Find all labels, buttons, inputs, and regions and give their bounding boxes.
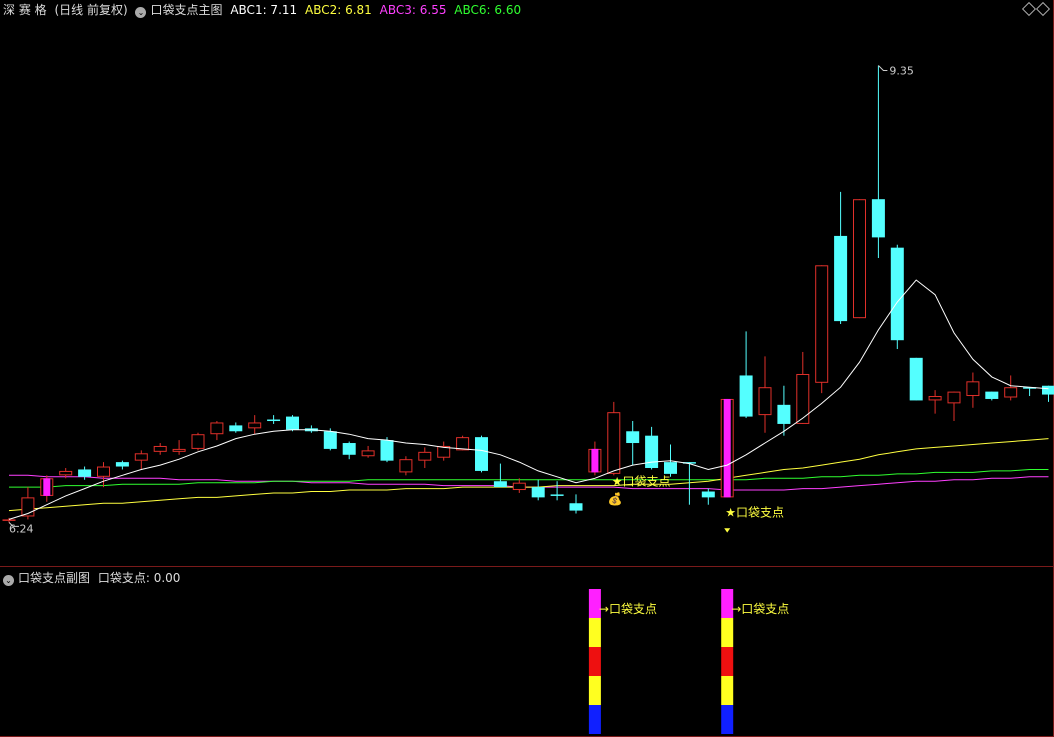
candle-body <box>418 451 432 461</box>
max-price-pointer <box>878 65 888 72</box>
pocket-pivot-bar-segment <box>721 676 734 705</box>
candle-body <box>267 419 281 422</box>
max-price-label: 9.35 <box>889 65 914 78</box>
candle-body <box>531 487 545 498</box>
candle-body <box>591 448 599 473</box>
candle-body <box>966 381 980 397</box>
candle-body <box>701 491 715 498</box>
pocket-pivot-label: ★口袋支点 <box>725 505 784 519</box>
candle-body <box>890 247 904 341</box>
candle-body <box>777 404 791 424</box>
candle-body <box>380 440 394 461</box>
candle-body <box>153 445 167 452</box>
candle-body <box>928 396 942 401</box>
candle-body <box>1042 385 1054 395</box>
pocket-pivot-bar-segment <box>721 647 734 676</box>
candle-body <box>248 422 262 429</box>
pocket-pivot-bar-segment <box>588 618 601 647</box>
candle-body <box>323 431 337 449</box>
candle-body <box>475 437 488 471</box>
candlestick-chart[interactable]: 9.35 6.24 ★口袋支点 ★口袋支点 💰 →口袋支点 →口袋支点 <box>0 0 1054 737</box>
candle-body <box>172 448 186 452</box>
candle-body <box>229 425 243 432</box>
candle-body <box>493 481 507 488</box>
candle-body <box>210 422 224 435</box>
candle-body <box>758 387 772 416</box>
candle-body <box>985 391 999 399</box>
candle-body <box>626 431 640 444</box>
pocket-pivot-sub-label: →口袋支点 <box>599 602 657 616</box>
down-arrow-marker <box>724 528 731 533</box>
candle-body <box>1004 387 1018 398</box>
candle-body <box>78 469 92 477</box>
candle-body <box>286 416 299 430</box>
candle-body <box>796 373 810 424</box>
candle-body <box>2 519 16 521</box>
candle-body <box>739 375 753 417</box>
candle-body <box>456 437 470 451</box>
pocket-pivot-label: ★口袋支点 <box>612 475 671 489</box>
candle-body <box>361 450 375 457</box>
candle-body <box>399 459 413 473</box>
candle-body <box>115 462 129 467</box>
candle-body <box>947 391 961 404</box>
candle-body <box>191 434 205 449</box>
candle-body <box>834 235 848 322</box>
candle-body <box>664 462 677 474</box>
pocket-pivot-bar-segment <box>721 705 734 734</box>
candle-body <box>871 199 885 238</box>
pocket-pivot-bar-segment <box>588 647 601 676</box>
abc3-line <box>9 474 1049 491</box>
candle-body <box>723 398 731 498</box>
candle-body <box>550 494 564 496</box>
candle-body <box>607 412 621 474</box>
pocket-pivot-sub-label: →口袋支点 <box>731 602 789 616</box>
candle-body <box>569 503 583 511</box>
candle-body <box>342 443 356 455</box>
candle-body <box>134 453 148 461</box>
pocket-pivot-bar-segment <box>588 676 601 705</box>
candle-body <box>853 199 866 319</box>
candle-body <box>512 482 526 491</box>
candle-body <box>43 478 51 496</box>
min-price-label: 6.24 <box>9 522 34 535</box>
candle-body <box>909 357 923 401</box>
money-bag-icon: 💰 <box>608 492 623 506</box>
pocket-pivot-bar-segment <box>588 705 601 734</box>
candle-body <box>59 470 73 476</box>
candle-body <box>815 265 829 383</box>
pocket-pivot-bar-segment <box>721 618 734 647</box>
candle-body <box>97 466 110 477</box>
